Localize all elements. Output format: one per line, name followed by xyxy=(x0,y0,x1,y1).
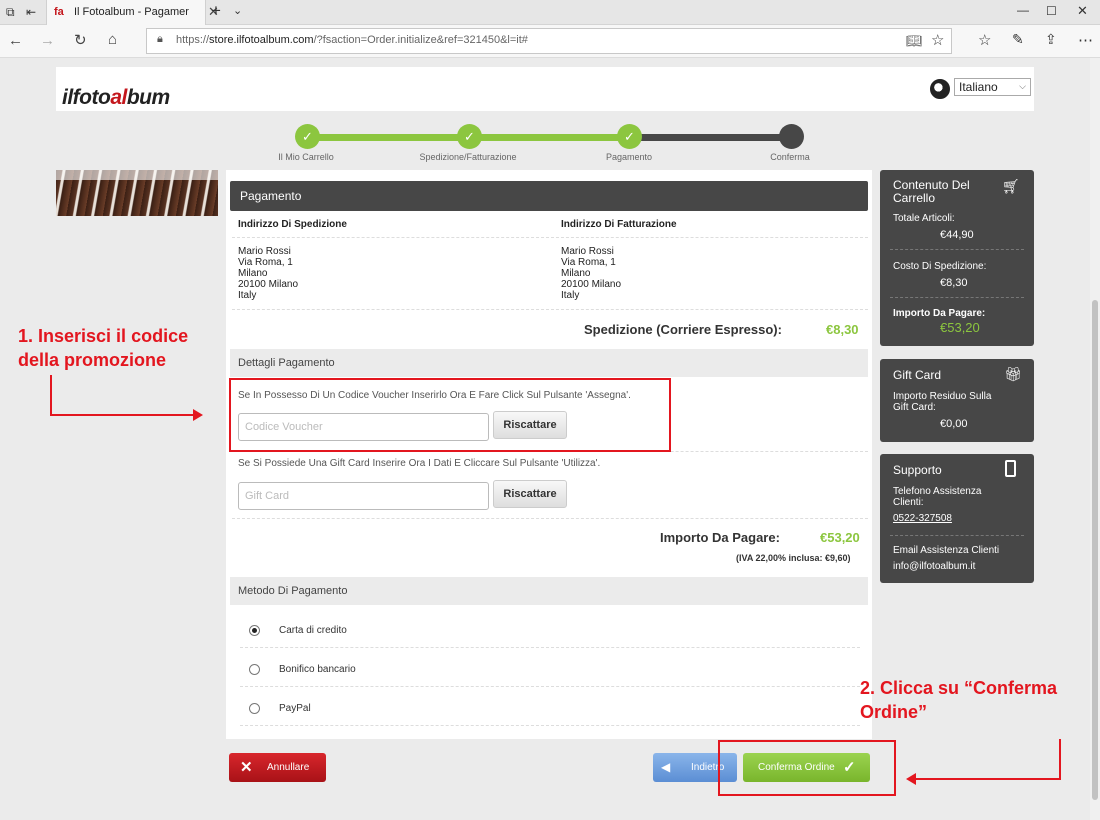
shipping-cost-side-label: Costo Di Spedizione: xyxy=(893,261,987,272)
giftcard-title: Gift Card xyxy=(893,368,942,382)
total-items-label: Totale Articoli: xyxy=(893,213,955,224)
vat-note: (IVA 22,00% inclusa: €9,60) xyxy=(736,553,851,563)
favorites-hub-icon[interactable]: ☆ xyxy=(978,31,991,49)
reading-view-icon[interactable]: 📖︎ xyxy=(906,33,923,49)
divider xyxy=(232,237,868,238)
amount-due-label: Importo Da Pagare: xyxy=(893,308,986,319)
divider xyxy=(240,725,860,726)
divider xyxy=(890,297,1024,298)
payment-option-paypal[interactable]: PayPal xyxy=(279,703,311,714)
step-label-payment: Pagamento xyxy=(605,152,653,162)
annotation-arrow-line xyxy=(915,778,1061,780)
shipping-cost-label: Spedizione (Corriere Espresso): xyxy=(584,322,782,337)
giftcard-residual-value: €0,00 xyxy=(940,418,968,430)
shipping-address-heading: Indirizzo Di Spedizione xyxy=(238,219,347,230)
giftcard-redeem-button[interactable]: Riscattare xyxy=(493,480,567,508)
payment-details-heading: Dettagli Pagamento xyxy=(230,349,868,377)
cart-icon: 🛒︎ xyxy=(1002,178,1020,194)
divider xyxy=(890,249,1024,250)
decorative-photo-strip xyxy=(56,170,218,216)
set-aside-tabs-icon[interactable]: ⇤ xyxy=(26,5,36,19)
divider xyxy=(232,518,868,519)
annotation-arrow-line xyxy=(50,375,52,416)
site-header xyxy=(56,67,1034,111)
forward-arrow-icon[interactable]: → xyxy=(40,32,55,49)
support-phone-link[interactable]: 0522-327508 xyxy=(893,513,952,524)
home-icon[interactable]: ⌂ xyxy=(108,31,117,48)
favicon-icon: fa xyxy=(54,6,64,18)
globe-icon xyxy=(930,79,950,99)
phone-icon xyxy=(1005,460,1016,477)
more-menu-icon[interactable]: ⋯ xyxy=(1078,31,1093,49)
annotation-arrowhead-right xyxy=(193,409,203,421)
payment-option-credit-card[interactable]: Carta di credito xyxy=(279,625,347,636)
divider xyxy=(232,309,868,310)
step-done-check-icon: ✓ xyxy=(295,124,320,149)
step-label-confirm: Conferma xyxy=(770,152,810,162)
step-done-check-icon: ✓ xyxy=(457,124,482,149)
back-arrow-icon[interactable]: ← xyxy=(8,32,23,49)
step-label-shipping: Spedizione/Fatturazione xyxy=(419,152,517,162)
browser-tab[interactable]: fa Il Fotoalbum - Pagamer xyxy=(46,0,206,25)
annotation-highlight-confirm xyxy=(718,740,896,796)
support-email-link[interactable]: info@ilfotoalbum.it xyxy=(893,561,975,572)
triangle-left-icon: ◀ xyxy=(661,760,671,774)
annotation-step-2: 2. Clicca su “Conferma Ordine” xyxy=(860,678,1058,722)
radio-bank-transfer[interactable] xyxy=(249,664,260,675)
close-window-icon[interactable]: ✕ xyxy=(1077,3,1088,19)
payment-option-bank-transfer[interactable]: Bonifico bancario xyxy=(279,664,356,675)
shipping-cost-value: €8,30 xyxy=(826,322,859,337)
divider xyxy=(240,686,860,687)
amount-due-value: €53,20 xyxy=(940,320,980,335)
annotation-arrow-line xyxy=(50,414,196,416)
annotation-arrowhead-left xyxy=(906,773,916,785)
maximize-icon[interactable]: ☐ xyxy=(1046,4,1057,18)
support-phone-label: Telefono Assistenza Clienti: xyxy=(893,486,982,508)
cancel-button[interactable]: ✕ Annullare xyxy=(229,753,326,782)
close-icon: ✕ xyxy=(240,759,253,776)
cart-summary-title: Contenuto Del Carrello xyxy=(893,178,970,205)
total-items-value: €44,90 xyxy=(940,229,974,241)
shipping-address: Mario Rossi Via Roma, 1 Milano 20100 Milano… xyxy=(238,246,299,301)
annotation-arrow-line xyxy=(1059,739,1061,780)
total-value: €53,20 xyxy=(820,530,860,545)
url-text: https://store.ilfotoalbum.com/?fsaction=… xyxy=(176,34,528,46)
giftcard-residual-label: Importo Residuo Sulla Gift Card: xyxy=(893,391,992,413)
support-title: Supporto xyxy=(893,463,942,477)
divider xyxy=(890,535,1024,536)
step-done-check-icon: ✓ xyxy=(617,124,642,149)
tab-title: Il Fotoalbum - Pagamer xyxy=(74,6,189,18)
giftcard-input[interactable]: Gift Card xyxy=(238,482,489,510)
minimize-icon[interactable]: — xyxy=(1017,3,1029,17)
gift-icon: 🎁︎ xyxy=(1004,366,1022,382)
billing-address-heading: Indirizzo Di Fatturazione xyxy=(561,219,677,230)
giftcard-hint: Se Si Possiede Una Gift Card Inserire Or… xyxy=(238,458,601,469)
support-email-label: Email Assistenza Clienti xyxy=(893,545,1000,556)
step-label-cart: Il Mio Carrello xyxy=(278,152,334,162)
refresh-icon[interactable]: ↻ xyxy=(74,31,87,49)
lock-icon: 🔒︎ xyxy=(157,33,163,45)
payment-panel xyxy=(226,170,872,739)
payment-method-heading: Metodo Di Pagamento xyxy=(230,577,868,605)
annotation-highlight-voucher xyxy=(229,378,671,452)
tab-actions-icon[interactable]: ⧉ xyxy=(6,5,15,20)
shipping-cost-side-value: €8,30 xyxy=(940,277,968,289)
payment-title: Pagamento xyxy=(230,181,868,211)
progress-line-remaining xyxy=(630,134,792,141)
favorite-star-icon[interactable]: ☆ xyxy=(931,31,944,49)
billing-address: Mario Rossi Via Roma, 1 Milano 20100 Milano… xyxy=(561,246,622,301)
share-icon[interactable]: ⇪ xyxy=(1045,31,1057,48)
divider xyxy=(240,647,860,648)
radio-credit-card[interactable] xyxy=(249,625,260,636)
total-label: Importo Da Pagare: xyxy=(660,530,780,545)
site-logo[interactable]: ilfotoalbum xyxy=(62,86,170,110)
language-select[interactable]: Italiano ⌵ xyxy=(954,78,1031,96)
tab-list-chevron-icon[interactable]: ⌄ xyxy=(233,4,242,17)
step-pending-dot xyxy=(779,124,804,149)
radio-paypal[interactable] xyxy=(249,703,260,714)
web-note-icon[interactable]: ✎ xyxy=(1012,31,1024,48)
scrollbar-thumb[interactable] xyxy=(1092,300,1098,800)
annotation-step-1: 1. Inserisci il codice della promozione xyxy=(18,326,189,370)
chevron-down-icon: ⌵ xyxy=(1019,81,1026,91)
